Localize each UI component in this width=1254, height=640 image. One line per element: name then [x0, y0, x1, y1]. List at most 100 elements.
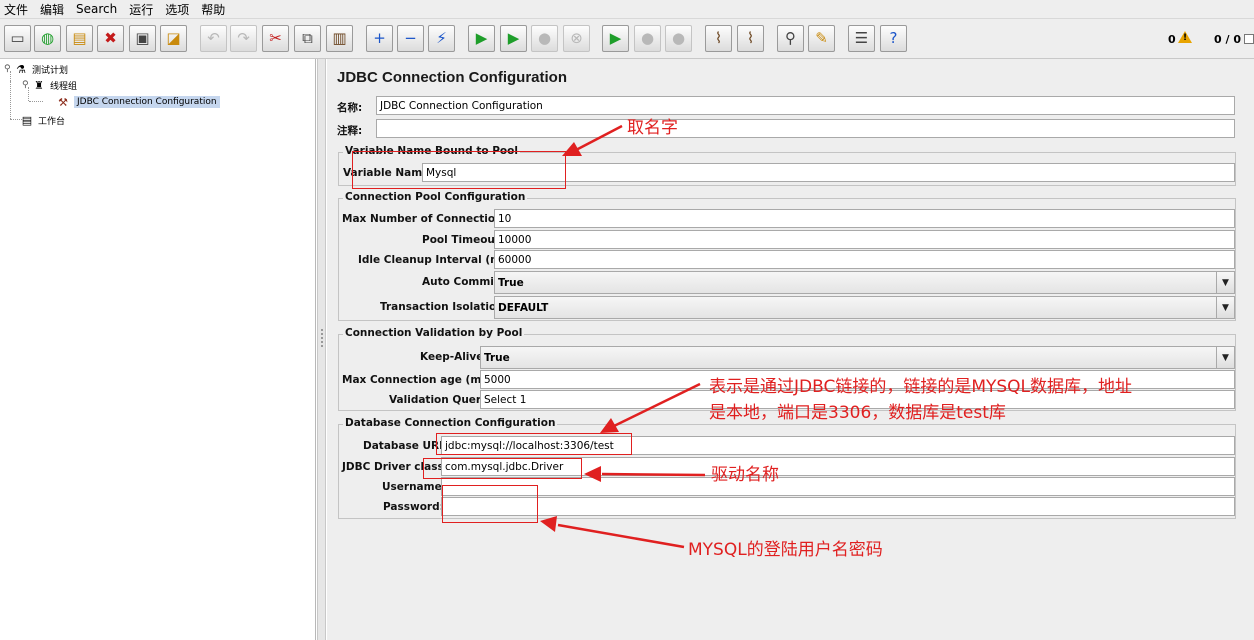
workbench-icon: ▤ [21, 113, 33, 127]
clear-icon: ⌇ [714, 29, 723, 47]
save-button[interactable]: ▣ [129, 25, 156, 52]
search-button[interactable]: ⚲ [777, 25, 804, 52]
chevron-down-icon[interactable]: ▼ [1216, 347, 1234, 368]
database-url-highlight [436, 433, 632, 455]
warning-count: 0 [1168, 33, 1176, 46]
toolbar: ▭ ◍ ▤ ✖ ▣ ◪ ↶ ↷ ✂ ⧉ ▥ + − ⚡ ▶ ▶ ● ⊗ ▶ ● … [0, 19, 1254, 59]
validation-query-label: Validation Query: [389, 394, 493, 406]
tree-item-label: 工作台 [38, 116, 66, 127]
keep-alive-value: True [484, 352, 510, 364]
clear-all-icon: ⌇ [746, 29, 755, 47]
flask-icon: ⚗ [16, 62, 26, 76]
thread-group-icon: ♜ [34, 78, 44, 92]
username-label: Username: [382, 481, 446, 493]
chevron-down-icon[interactable]: ▼ [1216, 297, 1234, 318]
close-button[interactable]: ✖ [97, 25, 124, 52]
save-screenshot-icon: ◪ [166, 29, 181, 47]
shutdown-icon: ⊗ [570, 29, 583, 47]
save-icon: ▣ [135, 29, 150, 47]
transaction-isolation-value: DEFAULT [498, 302, 549, 314]
reset-search-button[interactable]: ✎ [808, 25, 835, 52]
comment-label: 注释: [337, 125, 363, 137]
redo-button[interactable]: ↷ [230, 25, 257, 52]
menu-bar: 文件 编辑 Search 运行 选项 帮助 [0, 0, 1254, 19]
stop-icon: ● [537, 29, 552, 47]
help-icon: ? [889, 29, 898, 47]
remote-start-button[interactable]: ▶ [602, 25, 629, 52]
copy-icon: ⧉ [302, 29, 313, 47]
remote-exit-icon: ● [671, 29, 686, 47]
start-no-pauses-button[interactable]: ▶ [500, 25, 527, 52]
password-label: Password: [383, 501, 444, 513]
templates-button[interactable]: ◍ [34, 25, 61, 52]
driver-class-highlight [423, 458, 582, 479]
panel-title: JDBC Connection Configuration [337, 69, 567, 86]
log-toggle-icon[interactable] [1244, 34, 1254, 44]
menu-file[interactable]: 文件 [4, 1, 28, 18]
expand-toggle-icon[interactable]: ⚲ [4, 64, 14, 74]
tree-item-label: JDBC Connection Configuration [74, 96, 220, 108]
name-field[interactable]: JDBC Connection Configuration [376, 96, 1235, 115]
group-title: Connection Pool Configuration [343, 191, 528, 203]
open-button[interactable]: ▤ [66, 25, 93, 52]
password-field[interactable] [441, 497, 1235, 516]
auto-commit-label: Auto Commit: [422, 276, 504, 288]
tree-item-jdbc-config[interactable]: ⚒ JDBC Connection Configuration [56, 94, 220, 110]
cut-button[interactable]: ✂ [262, 25, 289, 52]
chevron-down-icon[interactable]: ▼ [1216, 272, 1234, 293]
expand-toggle-icon[interactable]: ⚲ [22, 80, 32, 90]
auto-commit-select[interactable]: True ▼ [494, 271, 1235, 294]
start-button[interactable]: ▶ [468, 25, 495, 52]
close-icon: ✖ [104, 29, 117, 47]
paste-button[interactable]: ▥ [326, 25, 353, 52]
open-icon: ▤ [72, 29, 87, 47]
copy-button[interactable]: ⧉ [294, 25, 321, 52]
undo-button[interactable]: ↶ [200, 25, 227, 52]
new-button[interactable]: ▭ [4, 25, 31, 52]
save-screenshot-button[interactable]: ◪ [160, 25, 187, 52]
tree-item-label: 测试计划 [32, 65, 69, 76]
annotation-driver: 驱动名称 [711, 465, 779, 485]
expand-button[interactable]: + [366, 25, 393, 52]
tree-item-label: 线程组 [50, 81, 78, 92]
toggle-icon: ⚡ [436, 29, 447, 47]
clear-all-button[interactable]: ⌇ [737, 25, 764, 52]
remote-stop-button[interactable]: ● [634, 25, 661, 52]
annotation-url-line2: 是本地，端口是3306，数据库是test库 [709, 403, 1006, 423]
toggle-button[interactable]: ⚡ [428, 25, 455, 52]
clear-button[interactable]: ⌇ [705, 25, 732, 52]
remote-exit-button[interactable]: ● [665, 25, 692, 52]
menu-help[interactable]: 帮助 [201, 1, 225, 18]
username-field[interactable] [441, 477, 1235, 496]
shutdown-button[interactable]: ⊗ [563, 25, 590, 52]
annotation-url-line1: 表示是通过JDBC链接的，链接的是MYSQL数据库，地址 [709, 377, 1133, 397]
redo-icon: ↷ [237, 29, 250, 47]
split-pane-divider[interactable] [317, 59, 326, 640]
menu-search[interactable]: Search [76, 2, 117, 16]
annotation-name: 取名字 [627, 118, 678, 138]
menu-run[interactable]: 运行 [129, 1, 153, 18]
keep-alive-select[interactable]: True ▼ [480, 346, 1235, 369]
name-label: 名称: [337, 102, 363, 114]
comment-field[interactable] [376, 119, 1235, 138]
start-icon: ▶ [475, 29, 488, 47]
pool-timeout-field[interactable]: 10000 [494, 230, 1235, 249]
tree-item-workbench[interactable]: ▤ 工作台 [20, 112, 65, 128]
transaction-isolation-label: Transaction Isolation: [380, 301, 508, 313]
stop-button[interactable]: ● [531, 25, 558, 52]
collapse-button[interactable]: − [397, 25, 424, 52]
menu-edit[interactable]: 编辑 [40, 1, 64, 18]
start-no-pauses-icon: ▶ [507, 29, 520, 47]
help-button[interactable]: ? [880, 25, 907, 52]
function-helper-icon: ☰ [854, 29, 869, 47]
tree-item-test-plan[interactable]: ⚲ ⚗ 测试计划 [4, 61, 68, 77]
keep-alive-label: Keep-Alive: [420, 351, 488, 363]
paste-icon: ▥ [332, 29, 347, 47]
tree-item-thread-group[interactable]: ⚲ ♜ 线程组 [22, 77, 77, 93]
cut-icon: ✂ [269, 29, 282, 47]
function-helper-button[interactable]: ☰ [848, 25, 875, 52]
max-connections-field[interactable]: 10 [494, 209, 1235, 228]
menu-options[interactable]: 选项 [165, 1, 189, 18]
idle-cleanup-field[interactable]: 60000 [494, 250, 1235, 269]
transaction-isolation-select[interactable]: DEFAULT ▼ [494, 296, 1235, 319]
